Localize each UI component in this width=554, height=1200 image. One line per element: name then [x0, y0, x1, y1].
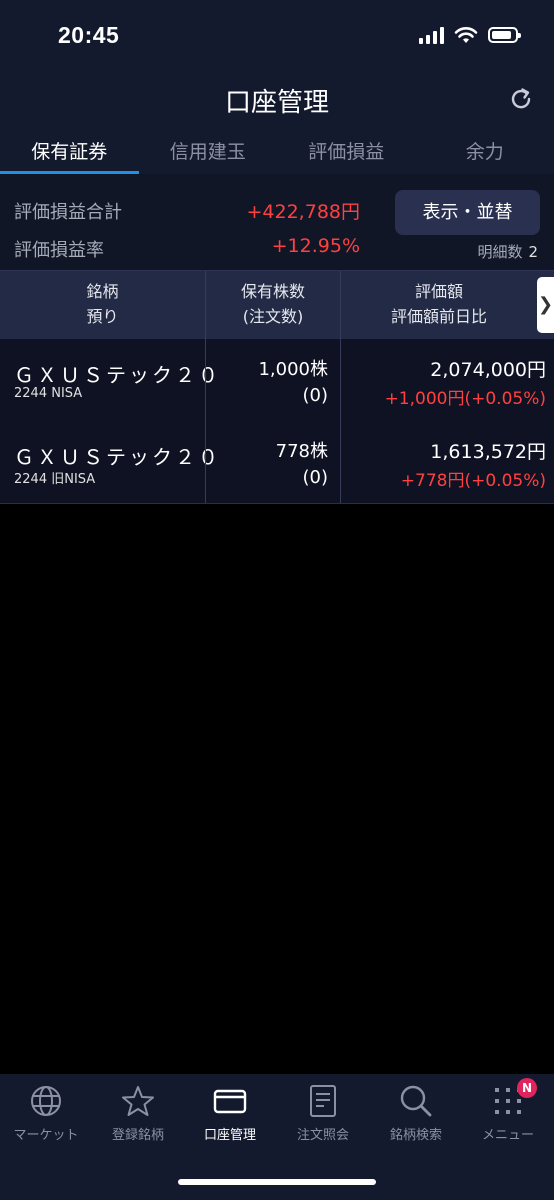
table-row[interactable]: ＧＸＵＳテック２０ 2244 旧NISA 778株 (0) 1,613,572円… — [0, 421, 554, 504]
tabbar-account[interactable]: 口座管理 — [184, 1084, 276, 1143]
tabbar-label: 注文照会 — [296, 1128, 349, 1143]
search-icon — [400, 1085, 432, 1117]
order-quantity: (0) — [302, 385, 329, 406]
status-time: 20:45 — [58, 22, 120, 48]
page-title: 口座管理 — [224, 88, 329, 118]
header-col-quantity[interactable]: 保有株数 (注文数) — [206, 279, 340, 329]
tabbar-label: マーケット — [13, 1128, 79, 1143]
header-quantity-label: 保有株数 — [240, 282, 305, 301]
holding-quantity: 1,000株 — [258, 359, 328, 380]
header-value-label: 評価額 — [414, 282, 463, 301]
day-change: +778円(+0.05%) — [400, 471, 546, 491]
pl-rate-label: 評価損益率 — [14, 240, 104, 261]
header-account-label: 預り — [86, 307, 119, 326]
column-divider — [205, 421, 206, 503]
tabbar-label: 登録銘柄 — [111, 1128, 164, 1143]
header-order-label: (注文数) — [242, 307, 304, 326]
column-divider — [205, 339, 206, 421]
pl-rate-value: +12.95% — [271, 235, 360, 257]
tabbar-market[interactable]: マーケット — [0, 1084, 92, 1143]
document-icon — [310, 1085, 336, 1117]
app-header: 口座管理 — [0, 68, 554, 130]
pl-summary: 評価損益合計 +422,788円 評価損益率 +12.95% 表示・並替 明細数… — [0, 174, 554, 270]
tab-unrealized-pl[interactable]: 評価損益 — [277, 130, 416, 174]
chevron-right-icon: ❯ — [537, 294, 554, 315]
holdings-table-header: 銘柄 預り 保有株数 (注文数) 評価額 評価額前日比 ❯ — [0, 270, 554, 339]
column-divider — [340, 339, 341, 421]
total-pl-value: +422,788円 — [246, 201, 361, 223]
refresh-icon[interactable] — [508, 86, 534, 112]
globe-icon — [31, 1086, 61, 1116]
day-change: +1,000円(+0.05%) — [384, 389, 546, 409]
display-sort-button[interactable]: 表示・並替 — [395, 190, 540, 235]
column-divider — [340, 421, 341, 503]
scroll-right-button[interactable]: ❯ — [537, 277, 554, 333]
detail-count-label: 明細数 — [477, 243, 523, 261]
header-change-label: 評価額前日比 — [390, 307, 487, 326]
account-tabs: 保有証券 信用建玉 評価損益 余力 — [0, 130, 554, 174]
tabbar-search[interactable]: 銘柄検索 — [370, 1084, 462, 1143]
total-pl-label: 評価損益合計 — [14, 202, 122, 223]
tabbar-label: 口座管理 — [203, 1128, 256, 1143]
header-stock-label: 銘柄 — [86, 282, 119, 301]
status-icons — [419, 26, 521, 44]
holding-quantity: 778株 — [275, 441, 328, 462]
notification-badge: N — [517, 1078, 537, 1098]
detail-count-value: 2 — [528, 243, 538, 261]
stock-code-account: 2244 旧NISA — [14, 472, 96, 487]
table-row[interactable]: ＧＸＵＳテック２０ 2244 NISA 1,000株 (0) 2,074,000… — [0, 339, 554, 422]
market-value: 2,074,000円 — [430, 359, 546, 381]
home-indicator[interactable] — [178, 1179, 376, 1185]
tabbar-label: 銘柄検索 — [389, 1128, 442, 1143]
status-bar: 20:45 — [0, 0, 554, 68]
market-value: 1,613,572円 — [430, 441, 546, 463]
tabbar-menu[interactable]: N メニュー — [462, 1078, 554, 1143]
star-icon — [122, 1086, 154, 1116]
tab-buying-power[interactable]: 余力 — [416, 130, 554, 174]
tab-margin-positions[interactable]: 信用建玉 — [139, 130, 278, 174]
tabbar-orders[interactable]: 注文照会 — [277, 1084, 369, 1143]
header-col-name[interactable]: 銘柄 預り — [0, 279, 205, 329]
tabbar-watchlist[interactable]: 登録銘柄 — [92, 1084, 184, 1143]
stock-code-account: 2244 NISA — [14, 386, 83, 401]
tabbar-label: メニュー — [481, 1128, 534, 1143]
stock-name: ＧＸＵＳテック２０ — [14, 363, 221, 387]
battery-icon — [488, 27, 521, 43]
cellular-signal-icon — [419, 26, 444, 44]
card-icon — [213, 1089, 247, 1114]
header-col-value[interactable]: 評価額 評価額前日比 — [341, 279, 537, 329]
tab-holdings[interactable]: 保有証券 — [0, 130, 139, 174]
wifi-icon — [454, 27, 478, 43]
detail-count: 明細数 2 — [477, 241, 538, 262]
order-quantity: (0) — [302, 467, 329, 488]
stock-name: ＧＸＵＳテック２０ — [14, 445, 221, 469]
